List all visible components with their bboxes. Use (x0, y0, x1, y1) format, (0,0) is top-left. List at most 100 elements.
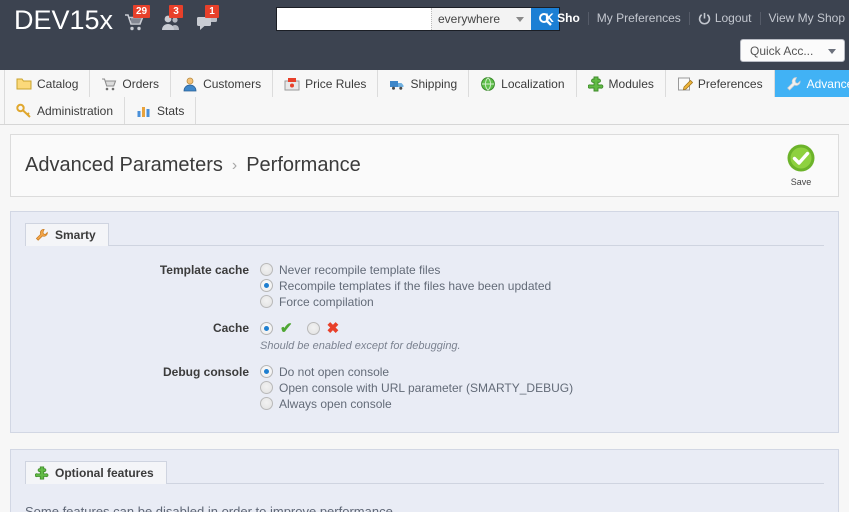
nav-tab-stats[interactable]: Stats (125, 97, 197, 124)
puzzle-icon (35, 466, 49, 480)
globe-icon (481, 76, 496, 91)
smarty-panel-body: Template cache Never recompile template … (25, 246, 824, 412)
pencil-icon (677, 77, 693, 90)
wrench-icon (35, 228, 48, 241)
cache-toggle: ✔ ✖ (260, 320, 824, 337)
template-cache-options: Never recompile template files Recompile… (260, 262, 824, 310)
radio-option[interactable]: Open console with URL parameter (SMARTY_… (260, 380, 824, 395)
page-header: Advanced Parameters › Performance Save (10, 134, 839, 197)
user-name[interactable]: K Sho (545, 11, 580, 25)
search-scope-select[interactable]: everywhere (431, 8, 531, 30)
nav-tab-catalog[interactable]: Catalog (4, 70, 91, 97)
nav-tab-localization[interactable]: Localization (469, 70, 577, 97)
nav-tab-shipping[interactable]: Shipping (378, 70, 470, 97)
nav-tab-preferences[interactable]: Preferences (666, 70, 775, 97)
cart-notification[interactable]: 29 (124, 5, 151, 32)
optional-features-panel-title: Optional features (55, 466, 154, 480)
optional-features-panel-tab[interactable]: Optional features (25, 461, 167, 484)
nav-tab-customers[interactable]: Customers (171, 70, 274, 97)
template-cache-row: Template cache Never recompile template … (25, 262, 824, 310)
nav-row-secondary: Administration Stats (4, 97, 845, 124)
optional-features-panel-tabs: Optional features (25, 461, 824, 484)
search-input[interactable] (277, 8, 431, 30)
nav-tab-advanced-parameters[interactable]: Advanced Parameters (774, 70, 849, 97)
radio-force-compilation[interactable] (260, 295, 273, 308)
radio-recompile-if-updated[interactable] (260, 279, 273, 292)
radio-label: Always open console (279, 396, 392, 411)
nav-label: Modules (608, 76, 654, 91)
radio-open-console-url-param[interactable] (260, 381, 273, 394)
save-label: Save (790, 177, 812, 187)
radio-label: Open console with URL parameter (SMARTY_… (279, 380, 574, 395)
radio-option[interactable]: Force compilation (260, 294, 824, 309)
divider (688, 11, 690, 25)
divider (759, 11, 761, 25)
nav-label: Price Rules (305, 76, 367, 91)
nav-tab-orders[interactable]: Orders (90, 70, 172, 97)
optional-features-panel: Optional features Some features can be d… (10, 449, 839, 512)
radio-never-recompile[interactable] (260, 263, 273, 276)
breadcrumb: Advanced Parameters › Performance (25, 154, 361, 177)
messages-badge: 1 (205, 5, 219, 18)
main-navigation: Catalog Orders Customers Price Rules Shi… (0, 70, 849, 125)
nav-tab-modules[interactable]: Modules (577, 70, 666, 97)
radio-option[interactable]: Do not open console (260, 364, 824, 379)
radio-option[interactable]: Never recompile template files (260, 262, 824, 277)
truck-icon (390, 80, 404, 90)
chart-icon (137, 106, 150, 117)
breadcrumb-separator: › (231, 156, 238, 174)
radio-label: Recompile templates if the files have be… (279, 278, 552, 293)
user-navigation: K Sho My Preferences Logout View My Shop (545, 8, 845, 28)
pricerule-icon (284, 77, 300, 90)
optional-features-description: Some features can be disabled in order t… (25, 504, 397, 512)
quick-access-dropdown[interactable]: Quick Acc... (740, 39, 845, 62)
logout-label: Logout (714, 11, 752, 25)
radio-label: Do not open console (279, 364, 390, 379)
notification-group: 29 3 1 (124, 4, 220, 32)
debug-console-label: Debug console (162, 365, 249, 379)
nav-label: Shipping (410, 76, 458, 91)
radio-label: Force compilation (279, 294, 374, 309)
messages-notification[interactable]: 1 (196, 5, 220, 32)
debug-console-row: Debug console Do not open console Open c… (25, 364, 824, 412)
nav-row-primary: Catalog Orders Customers Price Rules Shi… (4, 70, 849, 97)
my-preferences-link[interactable]: My Preferences (597, 11, 681, 25)
page-title: Performance (246, 154, 361, 176)
cache-hint: Should be enabled except for debugging. (260, 340, 461, 352)
breadcrumb-parent[interactable]: Advanced Parameters (25, 154, 223, 177)
save-button[interactable]: Save (778, 143, 824, 187)
cache-field: ✔ ✖ Should be enabled except for debuggi… (260, 320, 824, 352)
wrench-icon (786, 76, 801, 90)
radio-option[interactable]: Recompile templates if the files have be… (260, 278, 824, 293)
chevron-down-icon (516, 17, 524, 22)
cross-icon: ✖ (326, 320, 340, 337)
radio-option[interactable]: Always open console (260, 396, 824, 411)
puzzle-icon (587, 76, 603, 91)
nav-tab-price-rules[interactable]: Price Rules (273, 70, 379, 97)
customers-notification[interactable]: 3 (160, 5, 184, 32)
nav-label: Preferences (697, 76, 763, 91)
radio-label: Never recompile template files (279, 262, 441, 277)
global-search: everywhere (276, 7, 560, 31)
nav-label: Localization (501, 76, 565, 91)
cache-yes-radio[interactable] (260, 322, 273, 335)
nav-label: Advanced Parameters (806, 76, 849, 91)
nav-tab-administration[interactable]: Administration (4, 97, 126, 124)
smarty-panel-tab[interactable]: Smarty (25, 223, 109, 246)
cart-icon (102, 77, 117, 90)
search-scope-label: everywhere (438, 12, 501, 26)
chevron-down-icon (828, 49, 836, 54)
panel-tab-line (25, 245, 824, 246)
shop-logo[interactable]: DEV15x (14, 5, 113, 36)
folder-icon (16, 78, 32, 89)
smarty-panel-tabs: Smarty (25, 223, 824, 246)
radio-do-not-open-console[interactable] (260, 365, 273, 378)
divider (587, 11, 589, 25)
radio-always-open-console[interactable] (260, 397, 273, 410)
customer-icon (183, 77, 197, 91)
optional-features-panel-body: Some features can be disabled in order t… (25, 484, 824, 512)
view-my-shop-link[interactable]: View My Shop (769, 11, 845, 25)
cache-no-radio[interactable] (306, 322, 320, 335)
nav-label: Catalog (37, 76, 79, 91)
logout-link[interactable]: Logout (698, 11, 752, 25)
